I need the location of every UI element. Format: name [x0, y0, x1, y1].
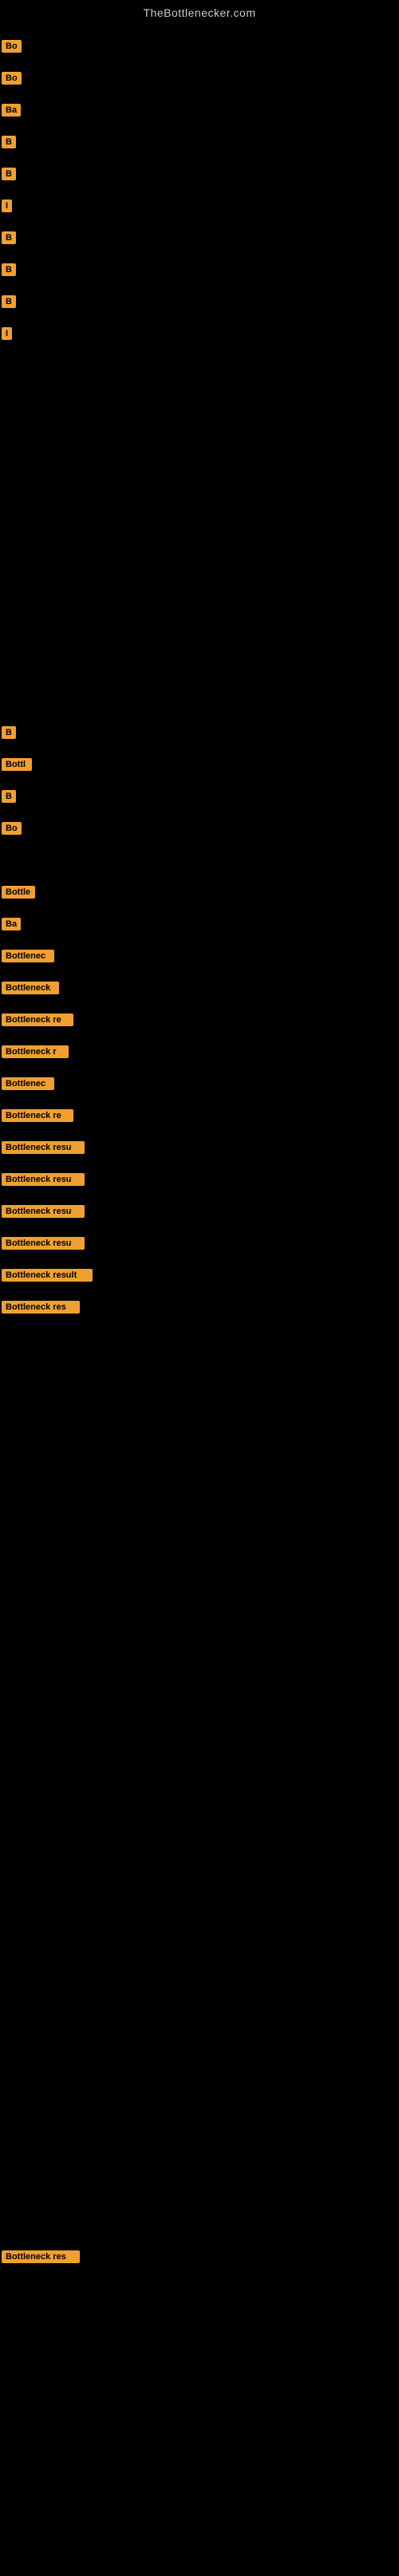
- badge-item: Bottleneck r: [2, 1045, 69, 1058]
- badge-item: Bottlenec: [2, 1077, 54, 1090]
- badge-item: Bottleneck result: [2, 1269, 93, 1282]
- badge-item: Bottleneck res: [2, 1301, 80, 1314]
- badge-item: B: [2, 136, 16, 148]
- badge-item: B: [2, 168, 16, 180]
- badge-item: Bottleneck: [2, 982, 59, 994]
- badge-item: I: [2, 327, 12, 340]
- badge-item: Ba: [2, 918, 21, 930]
- badge-item: Bottleneck re: [2, 1013, 73, 1026]
- badge-item: Bottleneck re: [2, 1109, 73, 1122]
- badge-item: Bottleneck resu: [2, 1141, 85, 1154]
- badge-item: Ba: [2, 104, 21, 117]
- badge-item: B: [2, 295, 16, 308]
- badge-item: B: [2, 263, 16, 276]
- badge-item: B: [2, 231, 16, 244]
- badge-item: Bottleneck resu: [2, 1205, 85, 1218]
- badge-item: Bo: [2, 40, 22, 53]
- badge-item: B: [2, 790, 16, 803]
- badge-item: Bottleneck resu: [2, 1237, 85, 1250]
- badge-item: Bo: [2, 822, 22, 835]
- badge-item: Bottl: [2, 758, 32, 771]
- badge-item: Bottle: [2, 886, 35, 899]
- badge-item: Bo: [2, 72, 22, 85]
- badge-item: Bottleneck res: [2, 2250, 80, 2263]
- badge-item: Bottleneck resu: [2, 1173, 85, 1186]
- badge-item: I: [2, 200, 12, 212]
- site-title: TheBottlenecker.com: [0, 0, 399, 22]
- badge-item: Bottlenec: [2, 950, 54, 962]
- badge-item: B: [2, 726, 16, 739]
